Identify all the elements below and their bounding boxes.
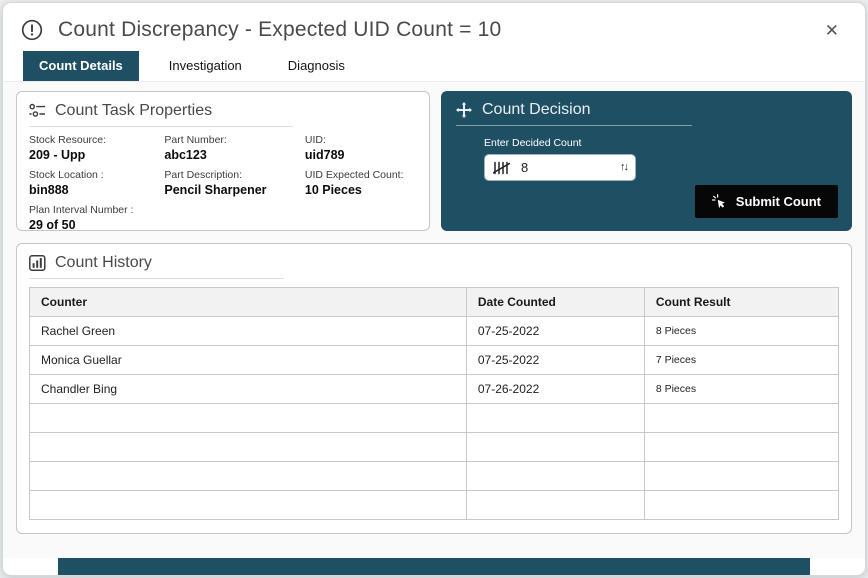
bar-chart-icon [29, 255, 46, 272]
field-value: bin888 [29, 183, 156, 197]
footer-bar [58, 558, 810, 575]
table-cell [466, 404, 644, 433]
field-stock-resource: Stock Resource: 209 - Upp [29, 134, 156, 162]
count-decision-header: Count Decision [456, 99, 692, 126]
table-cell: 07-25-2022 [466, 346, 644, 375]
move-arrows-icon [456, 102, 473, 119]
field-label: Part Number: [164, 134, 296, 146]
table-cell [466, 433, 644, 462]
field-uid-expected-count: UID Expected Count: 10 Pieces [305, 169, 417, 197]
count-task-properties-card: Count Task Properties Stock Resource: 20… [16, 91, 430, 231]
table-cell [644, 433, 838, 462]
click-icon [712, 194, 726, 209]
table-row: Chandler Bing 07-26-2022 8 Pieces [30, 375, 839, 404]
field-value: 29 of 50 [29, 218, 156, 232]
table-cell: Chandler Bing [30, 375, 467, 404]
properties-grid: Stock Resource: 209 - Upp Part Number: a… [29, 134, 417, 232]
close-icon[interactable]: ✕ [821, 20, 843, 41]
table-cell [30, 462, 467, 491]
tab-count-details[interactable]: Count Details [23, 51, 139, 81]
task-properties-icon [29, 103, 46, 120]
field-value: Pencil Sharpener [164, 183, 296, 197]
top-row: Count Task Properties Stock Resource: 20… [16, 91, 852, 231]
dialog-header: Count Discrepancy - Expected UID Count =… [3, 3, 865, 51]
table-cell: Rachel Green [30, 317, 467, 346]
card-title: Count History [55, 254, 152, 272]
field-uid: UID: uid789 [305, 134, 417, 162]
count-history-table: Counter Date Counted Count Result Rachel… [29, 287, 839, 520]
table-cell [466, 491, 644, 520]
table-cell [30, 491, 467, 520]
field-label: UID Expected Count: [305, 169, 417, 181]
content-area: Count Task Properties Stock Resource: 20… [3, 81, 865, 558]
tab-investigation[interactable]: Investigation [153, 51, 258, 81]
field-label: UID: [305, 134, 417, 146]
field-value: 10 Pieces [305, 183, 417, 197]
field-part-description: Part Description: Pencil Sharpener [164, 169, 296, 197]
card-title: Count Decision [482, 101, 591, 119]
table-header-row: Counter Date Counted Count Result [30, 288, 839, 317]
table-cell [30, 404, 467, 433]
count-task-properties-header: Count Task Properties [29, 100, 293, 127]
table-cell [644, 462, 838, 491]
submit-count-button[interactable]: Submit Count [695, 185, 838, 218]
table-cell [30, 433, 467, 462]
tab-bar: Count Details Investigation Diagnosis [3, 51, 865, 81]
count-history-card: Count History Counter Date Counted Count… [16, 243, 852, 534]
table-cell: Monica Guellar [30, 346, 467, 375]
submit-count-label: Submit Count [736, 194, 821, 209]
dialog-title: Count Discrepancy - Expected UID Count =… [58, 18, 806, 42]
field-value: uid789 [305, 148, 417, 162]
table-cell: 07-25-2022 [466, 317, 644, 346]
card-title: Count Task Properties [55, 102, 212, 120]
field-label: Stock Location : [29, 169, 156, 181]
field-label: Part Description: [164, 169, 296, 181]
table-row [30, 404, 839, 433]
table-row [30, 462, 839, 491]
stepper-arrows-icon[interactable]: ↑↓ [620, 162, 627, 173]
decided-count-input[interactable]: ↑↓ [484, 154, 636, 181]
table-row [30, 491, 839, 520]
table-row: Monica Guellar 07-25-2022 7 Pieces [30, 346, 839, 375]
count-history-header: Count History [29, 252, 284, 279]
field-stock-location: Stock Location : bin888 [29, 169, 156, 197]
count-decision-card: Count Decision Enter Decided Count [441, 91, 852, 231]
table-cell: 7 Pieces [644, 346, 838, 375]
decided-count-field[interactable] [519, 159, 611, 176]
field-label: Plan Interval Number : [29, 204, 156, 216]
count-discrepancy-dialog: Count Discrepancy - Expected UID Count =… [2, 2, 866, 576]
column-counter: Counter [30, 288, 467, 317]
field-plan-interval-number: Plan Interval Number : 29 of 50 [29, 204, 156, 232]
table-cell [644, 491, 838, 520]
tab-diagnosis[interactable]: Diagnosis [272, 51, 361, 81]
table-cell [466, 462, 644, 491]
table-cell: 07-26-2022 [466, 375, 644, 404]
field-part-number: Part Number: abc123 [164, 134, 296, 162]
table-cell: 8 Pieces [644, 317, 838, 346]
decided-count-label: Enter Decided Count [484, 137, 837, 149]
table-cell [644, 404, 838, 433]
column-count-result: Count Result [644, 288, 838, 317]
field-value: 209 - Upp [29, 148, 156, 162]
table-row [30, 433, 839, 462]
field-label: Stock Resource: [29, 134, 156, 146]
table-row: Rachel Green 07-25-2022 8 Pieces [30, 317, 839, 346]
alert-info-icon [21, 19, 43, 41]
table-cell: 8 Pieces [644, 375, 838, 404]
field-value: abc123 [164, 148, 296, 162]
tally-icon [493, 161, 510, 175]
column-date-counted: Date Counted [466, 288, 644, 317]
